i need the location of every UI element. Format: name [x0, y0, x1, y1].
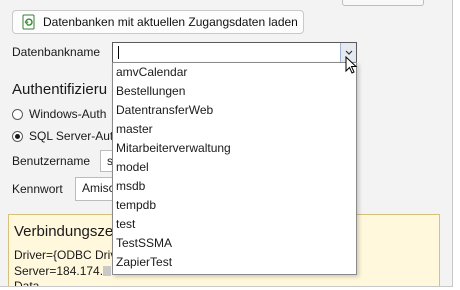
connection-server-line: Server=184.174.	[14, 264, 112, 278]
database-dropdown-list[interactable]: amvCalendar Bestellungen DatentransferWe…	[112, 62, 357, 275]
database-name-combobox[interactable]	[112, 42, 357, 63]
load-databases-button[interactable]: Datenbanken mit aktuellen Zugangsdaten l…	[12, 10, 304, 34]
dropdown-option[interactable]: Mitarbeiterverwaltung	[113, 139, 356, 158]
button-fragment[interactable]	[342, 0, 424, 6]
dropdown-option[interactable]: TestSSMA	[113, 234, 356, 253]
sql-server-auth-radio[interactable]	[12, 130, 23, 142]
sql-server-auth-option[interactable]: SQL Server-Aut	[12, 129, 113, 143]
load-databases-label: Datenbanken mit aktuellen Zugangsdaten l…	[43, 15, 298, 29]
connection-server-text: Server=184.174.	[14, 264, 104, 278]
windows-auth-option[interactable]: Windows-Auth	[12, 107, 106, 121]
dropdown-option[interactable]: tempdb	[113, 196, 356, 215]
database-name-label: Datenbankname	[12, 45, 101, 59]
dropdown-option[interactable]: DatentransferWeb	[113, 101, 356, 120]
dropdown-option[interactable]: master	[113, 120, 356, 139]
dropdown-option[interactable]: msdb	[113, 177, 356, 196]
refresh-database-icon	[21, 14, 37, 30]
redacted-block	[103, 266, 112, 276]
dropdown-option[interactable]: amvCalendar	[113, 63, 356, 82]
connection-driver-line: Driver={ODBC Driv	[14, 248, 117, 262]
connection-data-line: Data	[14, 279, 40, 287]
password-label: Kennwort	[12, 182, 63, 196]
username-label: Benutzername	[12, 154, 91, 168]
chevron-down-icon	[345, 50, 352, 55]
authentication-heading: Authentifizieru	[12, 81, 108, 98]
dialog-window: Datenbanken mit aktuellen Zugangsdaten l…	[0, 0, 453, 287]
sql-server-auth-label: SQL Server-Aut	[29, 129, 114, 143]
dropdown-option[interactable]: Bestellungen	[113, 82, 356, 101]
text-caret	[118, 46, 119, 59]
dropdown-option[interactable]: test	[113, 215, 356, 234]
windows-auth-label: Windows-Auth	[29, 107, 107, 121]
windows-auth-radio[interactable]	[12, 108, 23, 120]
dropdown-option[interactable]: model	[113, 158, 356, 177]
mouse-pointer-icon	[345, 56, 358, 74]
connection-heading: Verbindungsze	[14, 223, 114, 240]
dropdown-option[interactable]: ZapierTest	[113, 253, 356, 272]
